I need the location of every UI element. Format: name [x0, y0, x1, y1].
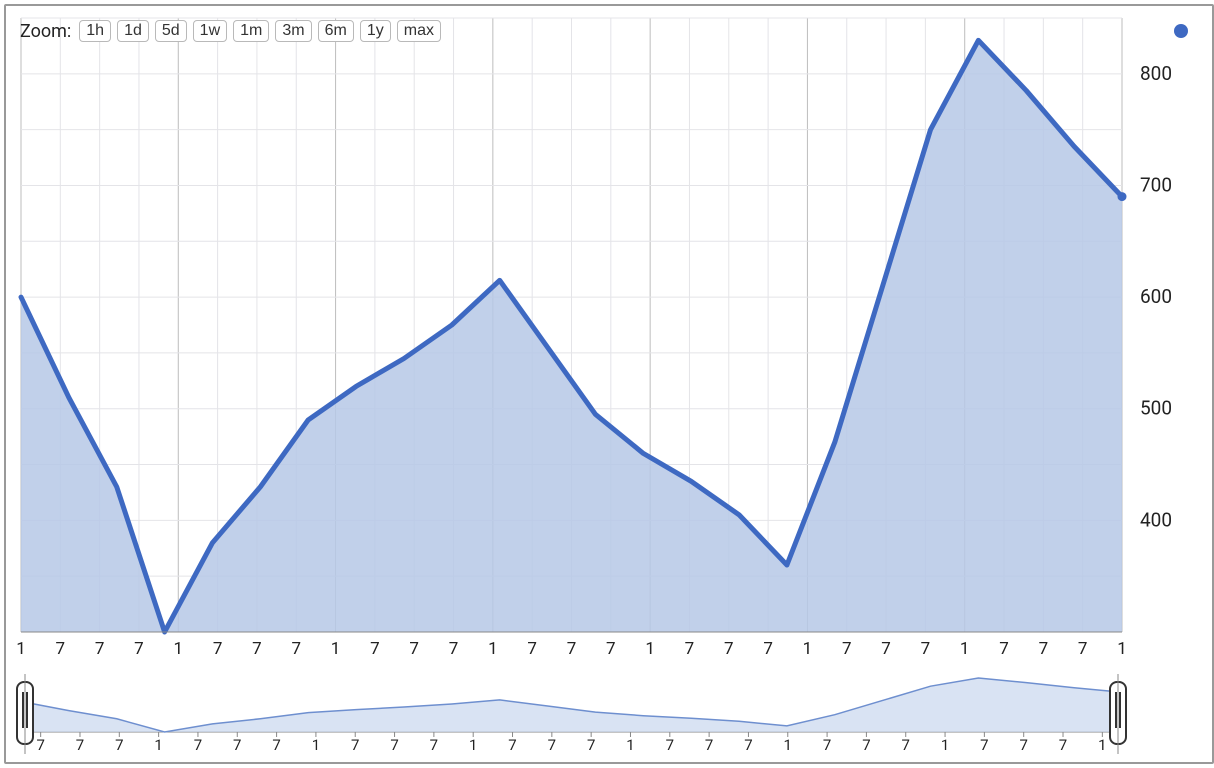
svg-text:7: 7 — [252, 639, 262, 659]
svg-text:1: 1 — [469, 736, 477, 754]
svg-text:7: 7 — [291, 639, 301, 659]
svg-text:7: 7 — [548, 736, 556, 754]
svg-text:7: 7 — [351, 736, 359, 754]
svg-text:1: 1 — [16, 639, 26, 659]
svg-text:1: 1 — [803, 639, 813, 659]
svg-text:7: 7 — [881, 639, 891, 659]
svg-text:7: 7 — [705, 736, 713, 754]
svg-text:7: 7 — [744, 736, 752, 754]
svg-text:7: 7 — [213, 639, 223, 659]
svg-text:7: 7 — [1078, 639, 1088, 659]
svg-text:700: 700 — [1140, 173, 1172, 196]
svg-text:1: 1 — [154, 736, 162, 754]
svg-text:400: 400 — [1140, 508, 1172, 531]
svg-text:1: 1 — [312, 736, 320, 754]
svg-text:1: 1 — [784, 736, 792, 754]
svg-text:7: 7 — [724, 639, 734, 659]
svg-text:7: 7 — [56, 639, 66, 659]
range-handle-left[interactable] — [17, 674, 33, 754]
svg-text:7: 7 — [999, 639, 1009, 659]
svg-text:7: 7 — [508, 736, 516, 754]
svg-text:800: 800 — [1140, 62, 1172, 85]
zoom-6m[interactable]: 6m — [318, 20, 354, 42]
svg-text:7: 7 — [430, 736, 438, 754]
y-ticks: 400 500 600 700 800 — [1140, 62, 1172, 532]
svg-text:7: 7 — [36, 736, 44, 754]
svg-text:7: 7 — [1019, 736, 1027, 754]
x-ticks: 1 7 7 7 1 7 7 7 1 7 7 7 1 7 7 7 1 7 7 7 1 7 7 7 1 7 7 7 1 — [16, 639, 1127, 659]
svg-text:7: 7 — [527, 639, 537, 659]
svg-text:7: 7 — [370, 639, 380, 659]
zoom-5d[interactable]: 5d — [155, 20, 187, 42]
svg-text:1: 1 — [941, 736, 949, 754]
svg-text:7: 7 — [76, 736, 84, 754]
svg-text:1: 1 — [626, 736, 634, 754]
svg-text:1: 1 — [1117, 639, 1127, 659]
zoom-1y[interactable]: 1y — [360, 20, 391, 42]
svg-text:7: 7 — [763, 639, 773, 659]
svg-text:7: 7 — [194, 736, 202, 754]
svg-text:7: 7 — [567, 639, 577, 659]
svg-text:7: 7 — [390, 736, 398, 754]
zoom-1h[interactable]: 1h — [79, 20, 111, 42]
svg-text:7: 7 — [115, 736, 123, 754]
svg-text:7: 7 — [606, 639, 616, 659]
svg-text:7: 7 — [921, 639, 931, 659]
zoom-max[interactable]: max — [397, 20, 441, 42]
svg-text:7: 7 — [233, 736, 241, 754]
legend-series1-icon — [1174, 24, 1188, 38]
zoom-1m[interactable]: 1m — [233, 20, 269, 42]
svg-text:7: 7 — [685, 639, 695, 659]
svg-text:500: 500 — [1140, 397, 1172, 420]
svg-text:7: 7 — [823, 736, 831, 754]
svg-text:7: 7 — [842, 639, 852, 659]
svg-text:7: 7 — [587, 736, 595, 754]
chart-frame: Zoom: 1h 1d 5d 1w 1m 3m 6m 1y max 177717… — [4, 4, 1214, 764]
svg-text:7: 7 — [1059, 736, 1067, 754]
zoom-3m[interactable]: 3m — [275, 20, 311, 42]
svg-text:7: 7 — [449, 639, 459, 659]
svg-text:1: 1 — [488, 639, 498, 659]
main-chart: 1 7 7 7 1 7 7 7 1 7 7 7 1 7 7 7 1 7 7 7 1 7 7 7 1 7 7 7 1 400 500 600 70… — [16, 10, 1202, 666]
svg-text:7: 7 — [272, 736, 280, 754]
zoom-1d[interactable]: 1d — [117, 20, 149, 42]
svg-text:7: 7 — [980, 736, 988, 754]
zoom-label: Zoom: — [20, 21, 71, 42]
svg-text:7: 7 — [95, 639, 105, 659]
svg-text:7: 7 — [862, 736, 870, 754]
svg-text:600: 600 — [1140, 285, 1172, 308]
zoom-1w[interactable]: 1w — [193, 20, 227, 42]
svg-text:1: 1 — [1098, 736, 1106, 754]
svg-text:7: 7 — [902, 736, 910, 754]
svg-text:1: 1 — [331, 639, 341, 659]
zoom-toolbar: Zoom: 1h 1d 5d 1w 1m 3m 6m 1y max — [20, 20, 441, 42]
svg-text:1: 1 — [960, 639, 970, 659]
svg-text:7: 7 — [1039, 639, 1049, 659]
svg-text:1: 1 — [645, 639, 655, 659]
svg-text:7: 7 — [409, 639, 419, 659]
svg-text:1: 1 — [174, 639, 184, 659]
svg-text:7: 7 — [134, 639, 144, 659]
range-handle-right[interactable] — [1110, 674, 1126, 754]
overview-chart[interactable]: 7 7 7 1 7 7 7 1 7 7 7 1 7 7 7 1 7 7 7 1 7 7 7 1 7 7 7 1 — [16, 674, 1202, 754]
svg-text:7: 7 — [666, 736, 674, 754]
